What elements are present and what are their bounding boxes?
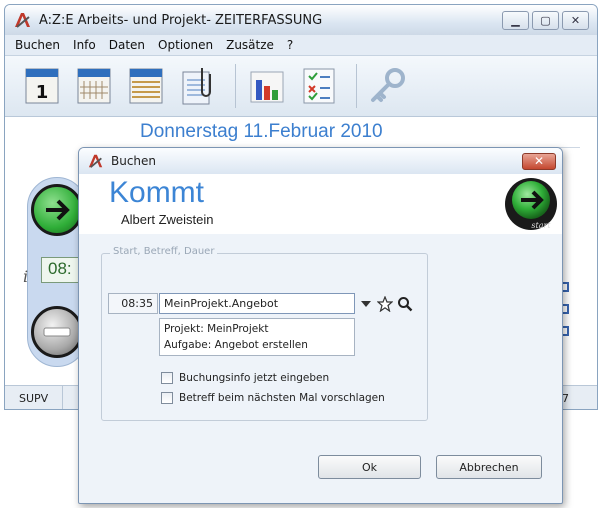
suggest-subject-label: Betreff beim nächsten Mal vorschlagen — [179, 392, 385, 404]
svg-text:1: 1 — [36, 82, 49, 103]
main-window-title: A:Z:E Arbeits- und Projekt- ZEITERFASSUN… — [39, 12, 323, 28]
description-line-project: Projekt: MeinProjekt — [164, 323, 269, 335]
start-time-field[interactable]: 08:35 — [108, 293, 158, 314]
description-line-task: Aufgabe: Angebot erstellen — [164, 339, 308, 351]
search-icon — [398, 296, 413, 311]
calendar-week-icon — [77, 68, 111, 104]
menu-buchen[interactable]: Buchen — [15, 38, 60, 52]
info-icon[interactable]: i — [23, 267, 28, 286]
cancel-button[interactable]: Abbrechen — [436, 455, 542, 479]
date-header: Donnerstag 11.Februar 2010 — [140, 121, 383, 142]
menu-info[interactable]: Info — [73, 38, 96, 52]
minimize-button[interactable]: ▁ — [502, 10, 529, 30]
star-icon — [377, 295, 393, 312]
toolbar-key-button[interactable] — [365, 63, 411, 109]
dialog-titlebar[interactable]: Buchen ✕ — [79, 148, 562, 174]
notes-clip-icon — [182, 68, 211, 105]
calendar-day-icon: 1 — [25, 68, 59, 104]
menubar: Buchen Info Daten Optionen Zusätze ? — [5, 35, 597, 55]
menu-daten[interactable]: Daten — [109, 38, 145, 52]
suggest-subject-option[interactable]: Betreff beim nächsten Mal vorschlagen — [161, 392, 385, 404]
chevron-down-icon — [361, 300, 371, 307]
toolbar-separator — [235, 64, 236, 108]
close-button[interactable]: ✕ — [562, 10, 589, 30]
bar-chart-icon — [250, 71, 284, 103]
checklist-icon — [303, 68, 335, 104]
toolbar-day-button[interactable]: 1 — [19, 63, 65, 109]
group-label: Start, Betreff, Dauer — [110, 246, 218, 257]
maximize-button[interactable]: ▢ — [532, 10, 559, 30]
project-dropdown-button[interactable] — [356, 293, 376, 314]
start-round-button[interactable] — [31, 184, 83, 236]
booking-info-option[interactable]: Buchungsinfo jetzt eingeben — [161, 372, 329, 384]
menu-optionen[interactable]: Optionen — [158, 38, 213, 52]
project-description: Projekt: MeinProjekt Aufgabe: Angebot er… — [159, 318, 355, 356]
booking-info-checkbox[interactable] — [161, 372, 173, 384]
window-controls: ▁ ▢ ✕ — [502, 10, 589, 30]
favorite-button[interactable] — [375, 293, 395, 314]
dialog-close-button[interactable]: ✕ — [522, 152, 556, 170]
suggest-subject-checkbox[interactable] — [161, 392, 173, 404]
maximize-icon: ▢ — [540, 13, 551, 27]
app-logo-icon — [88, 154, 103, 168]
dialog-title: Buchen — [111, 154, 157, 168]
key-icon — [371, 68, 405, 102]
status-user: SUPV — [5, 386, 64, 409]
search-button[interactable] — [395, 293, 415, 314]
toolbar: 1 — [5, 55, 597, 117]
toolbar-tasks-button[interactable] — [296, 63, 342, 109]
main-titlebar[interactable]: A:Z:E Arbeits- und Projekt- ZEITERFASSUN… — [5, 5, 597, 35]
menu-help[interactable]: ? — [287, 38, 293, 52]
toolbar-month-button[interactable] — [123, 63, 169, 109]
close-icon: ✕ — [533, 154, 545, 168]
toolbar-separator — [356, 64, 357, 108]
calendar-month-icon — [129, 68, 163, 104]
minimize-icon: ▁ — [511, 13, 520, 27]
stop-round-button[interactable] — [31, 306, 83, 358]
status-right: 7 — [562, 392, 569, 405]
toolbar-week-button[interactable] — [71, 63, 117, 109]
toolbar-notes-button[interactable] — [175, 63, 221, 109]
start-badge-label: start — [531, 221, 551, 230]
booking-type-heading: Kommt — [109, 176, 205, 209]
ok-button[interactable]: Ok — [318, 455, 421, 479]
app-logo-icon — [15, 13, 30, 28]
toolbar-statistics-button[interactable] — [244, 63, 290, 109]
user-name: Albert Zweistein — [121, 212, 214, 227]
arrow-right-icon — [46, 199, 70, 221]
buchen-dialog: Buchen ✕ Kommt Albert Zweistein start St… — [78, 147, 563, 504]
menu-zusaetze[interactable]: Zusätze — [226, 38, 274, 52]
start-badge-icon: start — [505, 178, 557, 230]
dialog-header: Kommt Albert Zweistein start — [79, 174, 562, 234]
booking-info-label: Buchungsinfo jetzt eingeben — [179, 372, 330, 384]
project-task-input[interactable]: MeinProjekt.Angebot — [159, 293, 355, 314]
close-icon: ✕ — [570, 13, 581, 27]
minus-icon — [43, 327, 71, 337]
